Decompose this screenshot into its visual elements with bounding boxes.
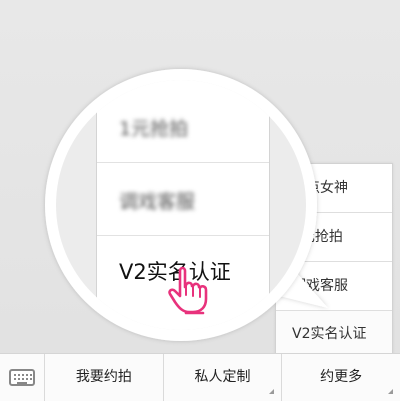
- wechat-menu-screen: 三点女神 1元抢拍 调戏客服 V2实名认证 我要约拍 私人定制 约更多 1元抢拍…: [0, 0, 400, 401]
- magnified-item-label: 调戏客服: [119, 191, 196, 213]
- magnified-item-one-yuan: 1元抢拍: [97, 90, 269, 163]
- magnified-item-label: 1元抢拍: [119, 118, 189, 140]
- pointing-hand-icon: [168, 266, 208, 315]
- magnifier-lens: 1元抢拍 调戏客服 V2实名认证: [56, 80, 306, 330]
- magnified-item-customer-service: 调戏客服: [97, 163, 269, 236]
